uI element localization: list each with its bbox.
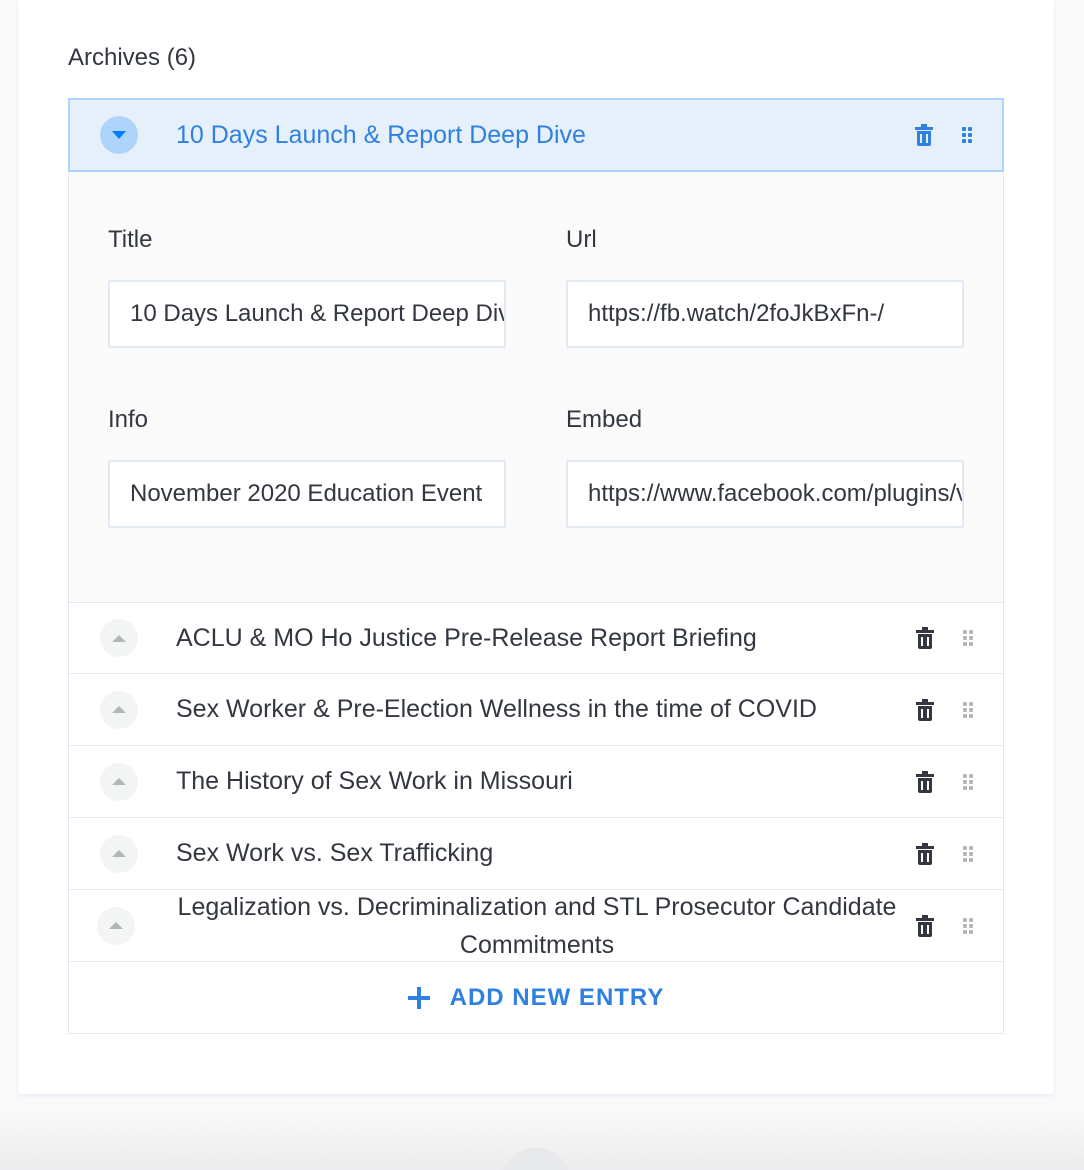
scroll-indicator: [500, 1148, 572, 1170]
title-input[interactable]: 10 Days Launch & Report Deep Dive: [108, 280, 506, 348]
caret-up-icon: [112, 778, 126, 785]
drag-handle-icon[interactable]: [963, 773, 973, 790]
entry-row-open[interactable]: 10 Days Launch & Report Deep Dive: [68, 98, 1004, 172]
caret-down-icon: [112, 131, 126, 139]
entry-row[interactable]: ACLU & MO Ho Justice Pre-Release Report …: [68, 602, 1004, 674]
entry-row[interactable]: Sex Work vs. Sex Trafficking: [68, 818, 1004, 890]
entry-title: Sex Worker & Pre-Election Wellness in th…: [176, 695, 817, 723]
drag-handle-icon[interactable]: [963, 701, 973, 718]
archives-list: 10 Days Launch & Report Deep Dive Title …: [68, 98, 1004, 1034]
entry-title: The History of Sex Work in Missouri: [176, 767, 573, 795]
drag-handle-icon[interactable]: [963, 845, 973, 862]
expand-toggle[interactable]: [100, 690, 138, 729]
expand-toggle[interactable]: [100, 762, 138, 801]
trash-icon[interactable]: [916, 914, 934, 937]
expand-toggle[interactable]: [100, 619, 138, 657]
drag-handle-icon[interactable]: [963, 917, 973, 934]
entry-edit-panel: Title 10 Days Launch & Report Deep Dive …: [68, 172, 1004, 602]
trash-icon[interactable]: [916, 842, 934, 865]
entry-title: Legalization vs. Decriminalization and S…: [177, 892, 897, 959]
expand-toggle[interactable]: [100, 834, 138, 873]
url-label: Url: [566, 226, 597, 253]
trash-icon[interactable]: [916, 698, 934, 721]
section-label: Archives (6): [68, 44, 197, 71]
info-label: Info: [108, 406, 149, 433]
drag-handle-icon[interactable]: [963, 630, 973, 646]
entry-row[interactable]: Sex Worker & Pre-Election Wellness in th…: [68, 674, 1004, 746]
drag-handle-icon[interactable]: [962, 127, 972, 143]
entry-title: Sex Work vs. Sex Trafficking: [176, 839, 494, 867]
archives-card: Archives (6) 10 Days Launch & Report Dee…: [18, 0, 1054, 1094]
plus-icon: [407, 986, 430, 1009]
embed-label: Embed: [566, 406, 643, 433]
entry-row[interactable]: The History of Sex Work in Missouri: [68, 746, 1004, 818]
caret-up-icon: [112, 634, 126, 642]
caret-up-icon: [112, 850, 126, 857]
add-new-entry-button[interactable]: ADD NEW ENTRY: [68, 962, 1004, 1034]
trash-icon[interactable]: [916, 770, 934, 793]
entry-title: ACLU & MO Ho Justice Pre-Release Report …: [176, 623, 757, 652]
caret-up-icon: [109, 922, 123, 929]
trash-icon[interactable]: [915, 124, 933, 146]
entry-row[interactable]: Legalization vs. Decriminalization and S…: [68, 890, 1004, 962]
title-label: Title: [108, 226, 153, 253]
embed-input[interactable]: https://www.facebook.com/plugins/video.p…: [566, 460, 964, 528]
url-input[interactable]: https://fb.watch/2foJkBxFn-/: [566, 280, 964, 348]
info-input[interactable]: November 2020 Education Event: [108, 460, 506, 528]
collapse-toggle[interactable]: [100, 116, 138, 154]
entry-title: 10 Days Launch & Report Deep Dive: [176, 120, 586, 149]
trash-icon[interactable]: [916, 627, 934, 649]
add-new-entry-label: ADD NEW ENTRY: [449, 983, 665, 1011]
expand-toggle[interactable]: [97, 906, 135, 945]
caret-up-icon: [112, 706, 126, 713]
